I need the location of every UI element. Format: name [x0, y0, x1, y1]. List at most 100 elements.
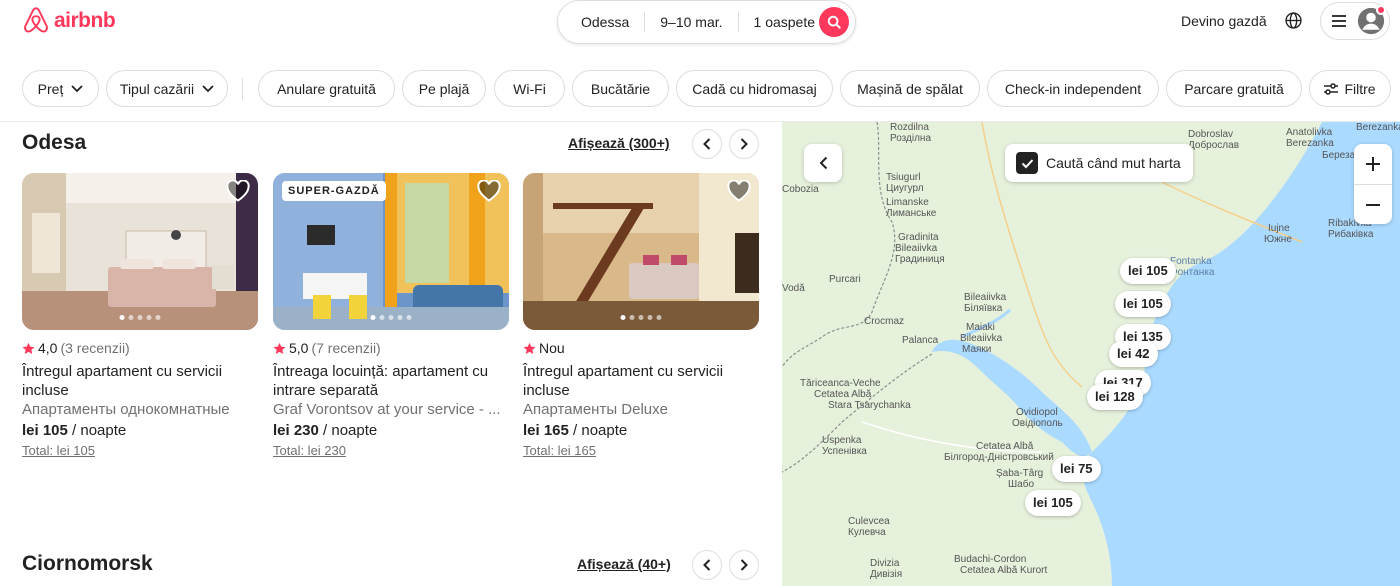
price-pin[interactable]: lei 105	[1115, 291, 1171, 317]
collapse-map-button[interactable]	[804, 144, 842, 182]
map-label: Berezanka	[1286, 138, 1334, 149]
price-pin[interactable]: lei 75	[1052, 456, 1101, 482]
map-label: Vodă	[782, 283, 805, 294]
filter-free-cancellation[interactable]: Anulare gratuită	[258, 70, 395, 107]
filter-price[interactable]: Preț	[22, 70, 99, 107]
listing-photo[interactable]: SUPER-GAZDĂ	[273, 173, 509, 330]
heart-icon	[226, 179, 250, 202]
chevron-right-icon	[740, 559, 748, 571]
filter-kitchen[interactable]: Bucătărie	[572, 70, 669, 107]
map-label: Maiaki	[966, 322, 995, 333]
become-host-link[interactable]: Devino gazdă	[1181, 13, 1267, 29]
zoom-out-button[interactable]	[1354, 184, 1392, 224]
price-pin[interactable]: lei 105	[1025, 490, 1081, 516]
filter-free-parking[interactable]: Parcare gratuită	[1166, 70, 1302, 107]
listing-card[interactable]: Nou Întregul apartament cu servicii incl…	[523, 173, 759, 460]
map-label: Фонтанка	[1170, 267, 1215, 278]
zoom-in-button[interactable]	[1354, 144, 1392, 184]
price-pin[interactable]: lei 42	[1109, 341, 1158, 367]
nightly-price: lei 105	[22, 422, 68, 439]
map-label: Овідіополь	[1012, 418, 1063, 429]
nightly-price: lei 165	[523, 422, 569, 439]
map-label: Stara Tsarychanka	[828, 400, 911, 411]
check-icon	[1021, 158, 1033, 168]
map-label: Bileaiivka	[964, 292, 1007, 303]
total-price[interactable]: Total: lei 230	[273, 442, 509, 460]
map-label: Шабо	[1008, 479, 1035, 490]
listing-card[interactable]: 4,0 (3 recenzii) Întregul apartament cu …	[22, 173, 258, 460]
price-unit: / noapte	[67, 422, 127, 439]
filter-washer[interactable]: Mașină de spălat	[840, 70, 980, 107]
heart-icon	[477, 179, 501, 202]
filters-button[interactable]: Filtre	[1309, 70, 1391, 107]
rating-value: 5,0	[289, 340, 309, 356]
language-button[interactable]	[1285, 12, 1302, 34]
listing-rating: 4,0 (3 recenzii)	[22, 339, 258, 357]
map-label: Fontanka	[1170, 256, 1212, 267]
favorite-button[interactable]	[727, 179, 751, 207]
favorite-button[interactable]	[477, 179, 501, 207]
filter-wifi[interactable]: Wi-Fi	[494, 70, 565, 107]
superhost-badge: SUPER-GAZDĂ	[282, 181, 386, 201]
listing-card[interactable]: SUPER-GAZDĂ 5,0 (7 recenzii) Întreaga lo…	[273, 173, 509, 460]
show-all-ciornomorsk-link[interactable]: Afișează (40+)	[577, 556, 671, 572]
listings-panel: Odesa Afișează (300+) 4,0 (3 recenzii) Î…	[0, 122, 782, 586]
total-price[interactable]: Total: lei 105	[22, 442, 258, 460]
listing-photo[interactable]	[22, 173, 258, 330]
search-location[interactable]: Odessa	[558, 12, 644, 32]
airbnb-logo[interactable]: airbnb	[22, 6, 116, 36]
map-panel[interactable]: Rozdilna Розділна Tsiugurl Циугурл Liman…	[782, 122, 1400, 586]
filter-place-type[interactable]: Tipul cazării	[106, 70, 228, 107]
map-label: Purcari	[829, 274, 861, 285]
filter-bar: Preț Tipul cazării Anulare gratuită Pe p…	[0, 60, 1400, 122]
checkbox-checked[interactable]	[1016, 152, 1038, 174]
listing-subtitle: Апартаменты Deluxe	[523, 401, 668, 418]
price-pin[interactable]: lei 105	[1120, 258, 1176, 284]
listing-title: Întregul apartament cu servicii incluse	[523, 363, 724, 399]
map-label: Лиманське	[886, 208, 937, 219]
carousel-next-button[interactable]	[729, 550, 759, 580]
search-as-move-label: Caută când mut harta	[1046, 155, 1181, 171]
hamburger-icon	[1332, 15, 1346, 27]
map-label: Маяки	[962, 344, 992, 355]
map-label: Доброслав	[1188, 140, 1240, 151]
sliders-icon	[1324, 82, 1339, 95]
search-guests[interactable]: 1 oaspete	[737, 12, 831, 32]
show-all-odesa-link[interactable]: Afișează (300+)	[568, 135, 670, 151]
map-label: Біляївка	[964, 303, 1003, 314]
map-label: Ovidiopol	[1016, 407, 1058, 418]
listing-rating: 5,0 (7 recenzii)	[273, 339, 509, 357]
favorite-button[interactable]	[226, 179, 250, 207]
listing-price: lei 230 / noapte	[273, 420, 509, 442]
map-label: Culevcea	[848, 516, 890, 527]
price-unit: / noapte	[568, 422, 628, 439]
carousel-prev-button[interactable]	[692, 129, 722, 159]
filter-beachfront[interactable]: Pe plajă	[402, 70, 486, 107]
map-label: Кулевча	[848, 527, 886, 538]
user-menu-button[interactable]	[1320, 2, 1390, 40]
brand-name: airbnb	[54, 9, 116, 32]
carousel-next-button[interactable]	[729, 129, 759, 159]
chevron-left-icon	[703, 559, 711, 571]
filter-self-checkin[interactable]: Check-in independent	[987, 70, 1159, 107]
listing-photo[interactable]	[523, 173, 759, 330]
map-label: Cetatea Albă	[814, 389, 872, 400]
search-as-move-toggle[interactable]: Caută când mut harta	[1005, 144, 1193, 182]
chevron-down-icon	[71, 84, 83, 92]
search-bar[interactable]: Odessa 9–10 mar. 1 oaspete	[557, 0, 856, 44]
listing-rating: Nou	[523, 339, 759, 357]
price-pin[interactable]: lei 128	[1087, 384, 1143, 410]
total-price[interactable]: Total: lei 165	[523, 442, 759, 460]
filter-place-type-label: Tipul cazării	[119, 80, 195, 97]
chevron-left-icon	[703, 138, 711, 150]
map-label: Cetatea Albă	[976, 441, 1034, 452]
search-dates[interactable]: 9–10 mar.	[644, 12, 737, 32]
section-title-ciornomorsk: Ciornomorsk	[22, 552, 153, 575]
search-button[interactable]	[819, 7, 849, 37]
map-label: Șaba-Târg	[996, 468, 1044, 479]
filter-hot-tub[interactable]: Cadă cu hidromasaj	[676, 70, 833, 107]
rating-value: 4,0	[38, 340, 58, 356]
listing-title: Întregul apartament cu servicii incluse	[22, 363, 223, 399]
map-label: Cetatea Albă Kurort	[960, 565, 1048, 576]
carousel-prev-button[interactable]	[692, 550, 722, 580]
